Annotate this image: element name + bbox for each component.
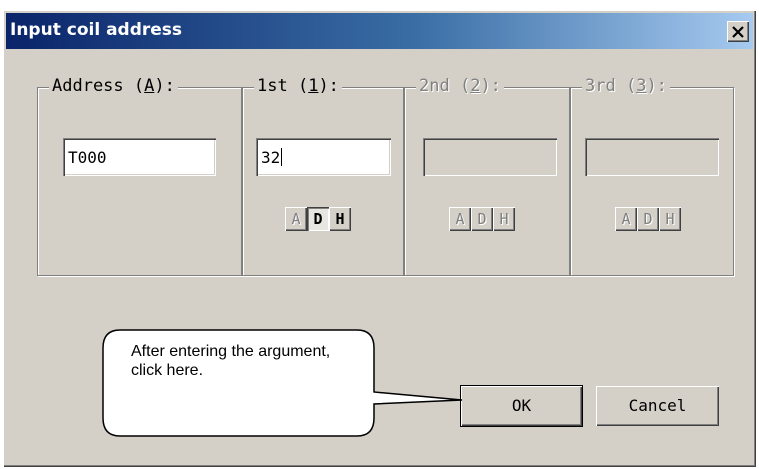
address-label: Address (A): — [49, 76, 178, 96]
radix-h-button-third[interactable]: H — [659, 207, 681, 231]
callout-text: After entering the argument, click here. — [131, 343, 331, 379]
address-group: Address (A): — [37, 76, 242, 276]
ok-button[interactable]: OK — [460, 385, 583, 427]
close-button[interactable] — [727, 21, 749, 42]
radix-d-button-second[interactable]: D — [471, 207, 493, 231]
close-icon — [732, 25, 744, 38]
radix-a-button-third[interactable]: A — [615, 207, 637, 231]
first-argument-input[interactable]: 32 — [256, 138, 391, 176]
radix-d-button-first[interactable]: D — [307, 207, 329, 231]
cancel-button[interactable]: Cancel — [596, 386, 719, 426]
third-argument-label: 3rd (3): — [582, 76, 670, 96]
address-input[interactable]: T000 — [63, 138, 216, 176]
first-argument-label: 1st (1): — [254, 76, 342, 96]
title-bar[interactable]: Input coil address — [6, 13, 753, 49]
second-argument-group: 2nd (2): — [404, 76, 570, 276]
first-argument-group: 1st (1): — [242, 76, 404, 276]
radix-h-button-second[interactable]: H — [493, 207, 515, 231]
second-argument-label: 2nd (2): — [416, 76, 504, 96]
radix-a-button-first[interactable]: A — [285, 207, 307, 231]
radix-a-button-second[interactable]: A — [449, 207, 471, 231]
radix-h-button-first[interactable]: H — [329, 207, 351, 231]
text-caret — [281, 148, 283, 166]
third-argument-input[interactable] — [585, 138, 719, 176]
dialog-title: Input coil address — [10, 20, 183, 40]
third-argument-group: 3rd (3): — [570, 76, 734, 276]
second-argument-input[interactable] — [423, 138, 557, 176]
radix-d-button-third[interactable]: D — [637, 207, 659, 231]
